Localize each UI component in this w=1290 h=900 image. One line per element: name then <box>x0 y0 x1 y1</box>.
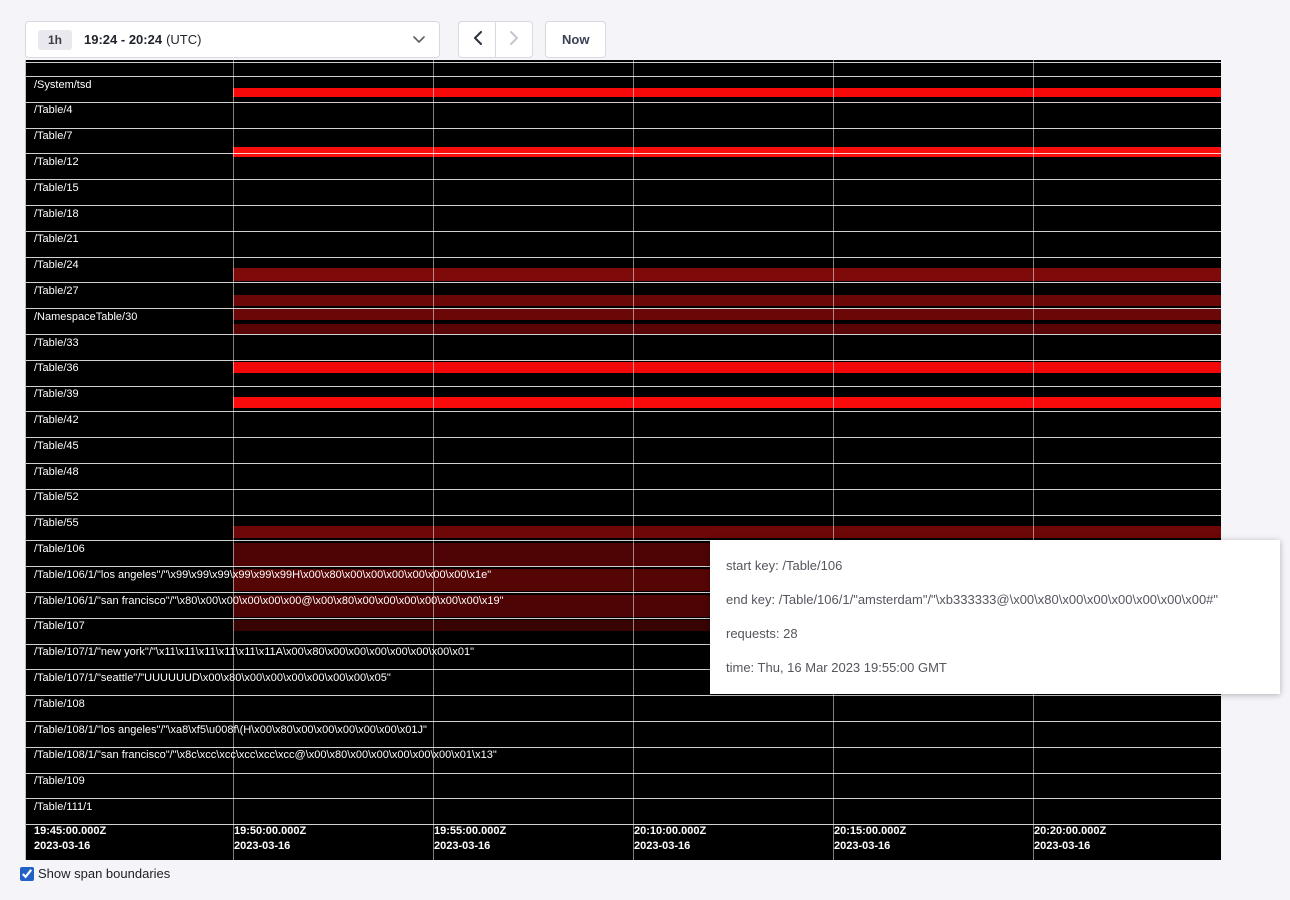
axis-tick-time: 19:50:00.000Z <box>234 825 306 837</box>
row-key-label: /Table/107/1/"seattle"/"UUUUUUD\x00\x80\… <box>34 672 391 684</box>
span-boundary-line <box>26 515 1221 516</box>
span-boundary-line <box>26 76 1221 77</box>
chevron-down-icon <box>413 36 425 44</box>
next-time-button[interactable] <box>495 21 533 58</box>
key-visualizer-heatmap[interactable]: /System/tsd/Table/4/Table/7/Table/12/Tab… <box>25 60 1221 860</box>
heat-band <box>233 88 1221 97</box>
row-key-label: /Table/107/1/"new york"/"\x11\x11\x11\x1… <box>34 646 474 658</box>
span-boundary-line <box>26 282 1221 283</box>
row-key-label: /Table/111/1 <box>34 801 92 813</box>
tooltip-time: time: Thu, 16 Mar 2023 19:55:00 GMT <box>726 651 1264 685</box>
row-key-label: /Table/21 <box>34 233 79 245</box>
span-boundary-line <box>26 386 1221 387</box>
axis-tick-date: 2023-03-16 <box>1034 840 1090 852</box>
chevron-left-icon <box>473 31 482 48</box>
row-key-label: /Table/48 <box>34 466 79 478</box>
row-key-label: /Table/106/1/"los angeles"/"\x99\x99\x99… <box>34 569 491 581</box>
row-key-label: /Table/108/1/"san francisco"/"\x8c\xcc\x… <box>34 749 497 761</box>
heat-band <box>233 295 1221 306</box>
axis-tick-time: 20:10:00.000Z <box>634 825 706 837</box>
row-key-label: /Table/108 <box>34 698 85 710</box>
row-key-label: /Table/107 <box>34 620 85 632</box>
span-boundary-line <box>26 721 1221 722</box>
axis-tick-time: 19:45:00.000Z <box>34 825 106 837</box>
tooltip-requests: requests: 28 <box>726 617 1264 651</box>
row-key-label: /Table/109 <box>34 775 85 787</box>
prev-time-button[interactable] <box>458 21 496 58</box>
axis-tick-time: 20:15:00.000Z <box>834 825 906 837</box>
row-key-label: /Table/42 <box>34 414 79 426</box>
span-boundary-line <box>26 153 1221 154</box>
span-boundary-line <box>26 463 1221 464</box>
row-key-label: /Table/7 <box>34 130 73 142</box>
row-key-label: /Table/52 <box>34 491 79 503</box>
span-boundary-line <box>26 62 1221 63</box>
show-span-boundaries-checkbox[interactable] <box>20 867 34 881</box>
row-key-label: /Table/36 <box>34 362 79 374</box>
span-boundary-line <box>26 128 1221 129</box>
span-boundary-line <box>26 102 1221 103</box>
heat-band <box>233 362 1221 372</box>
now-button[interactable]: Now <box>545 21 606 58</box>
duration-badge: 1h <box>38 30 72 50</box>
axis-tick-date: 2023-03-16 <box>34 840 90 852</box>
span-boundaries-control: Show span boundaries <box>20 866 170 881</box>
row-key-label: /Table/12 <box>34 156 79 168</box>
row-key-label: /Table/45 <box>34 440 79 452</box>
span-boundary-line <box>26 257 1221 258</box>
axis-tick-date: 2023-03-16 <box>634 840 690 852</box>
span-boundary-line <box>26 179 1221 180</box>
span-boundary-line <box>26 334 1221 335</box>
tooltip-end-key: end key: /Table/106/1/"amsterdam"/"\xb33… <box>726 583 1264 617</box>
time-range-label: 19:24 - 20:24 (UTC) <box>84 32 201 47</box>
span-boundary-line <box>26 747 1221 748</box>
heat-band <box>233 147 1221 157</box>
timezone-label: (UTC) <box>166 32 201 47</box>
heat-band <box>233 268 1221 281</box>
span-boundary-line <box>26 695 1221 696</box>
span-boundary-line <box>26 437 1221 438</box>
span-boundary-line <box>26 308 1221 309</box>
span-tooltip: start key: /Table/106 end key: /Table/10… <box>710 540 1280 694</box>
axis-tick-time: 19:55:00.000Z <box>434 825 506 837</box>
span-boundary-line <box>26 231 1221 232</box>
row-key-label: /Table/27 <box>34 285 79 297</box>
chevron-right-icon <box>510 31 519 48</box>
row-key-label: /Table/4 <box>34 104 73 116</box>
span-boundary-line <box>26 360 1221 361</box>
span-boundary-line <box>26 489 1221 490</box>
time-range-value: 19:24 - 20:24 <box>84 32 162 47</box>
row-key-label: /Table/18 <box>34 208 79 220</box>
axis-tick-date: 2023-03-16 <box>834 840 890 852</box>
span-boundary-line <box>26 798 1221 799</box>
row-key-label: /Table/55 <box>34 517 79 529</box>
heat-band <box>233 397 1221 408</box>
time-nav-group <box>458 21 533 58</box>
row-key-label: /Table/39 <box>34 388 79 400</box>
row-key-label: /System/tsd <box>34 79 91 91</box>
span-boundary-line <box>26 411 1221 412</box>
row-key-label: /Table/106/1/"san francisco"/"\x80\x00\x… <box>34 595 504 607</box>
axis-tick-time: 20:20:00.000Z <box>1034 825 1106 837</box>
heat-band <box>233 526 1221 538</box>
time-range-selector[interactable]: 1h 19:24 - 20:24 (UTC) <box>25 21 440 58</box>
row-key-label: /NamespaceTable/30 <box>34 311 137 323</box>
heat-band <box>233 309 1221 321</box>
row-key-label: /Table/106 <box>34 543 85 555</box>
heat-band <box>233 324 1221 334</box>
span-boundary-line <box>26 773 1221 774</box>
row-key-label: /Table/33 <box>34 337 79 349</box>
row-key-label: /Table/24 <box>34 259 79 271</box>
axis-tick-date: 2023-03-16 <box>234 840 290 852</box>
span-boundary-line <box>26 205 1221 206</box>
tooltip-start-key: start key: /Table/106 <box>726 549 1264 583</box>
row-key-label: /Table/15 <box>34 182 79 194</box>
show-span-boundaries-label: Show span boundaries <box>38 866 170 881</box>
axis-tick-date: 2023-03-16 <box>434 840 490 852</box>
row-key-label: /Table/108/1/"los angeles"/"\xa8\xf5\u00… <box>34 724 427 736</box>
